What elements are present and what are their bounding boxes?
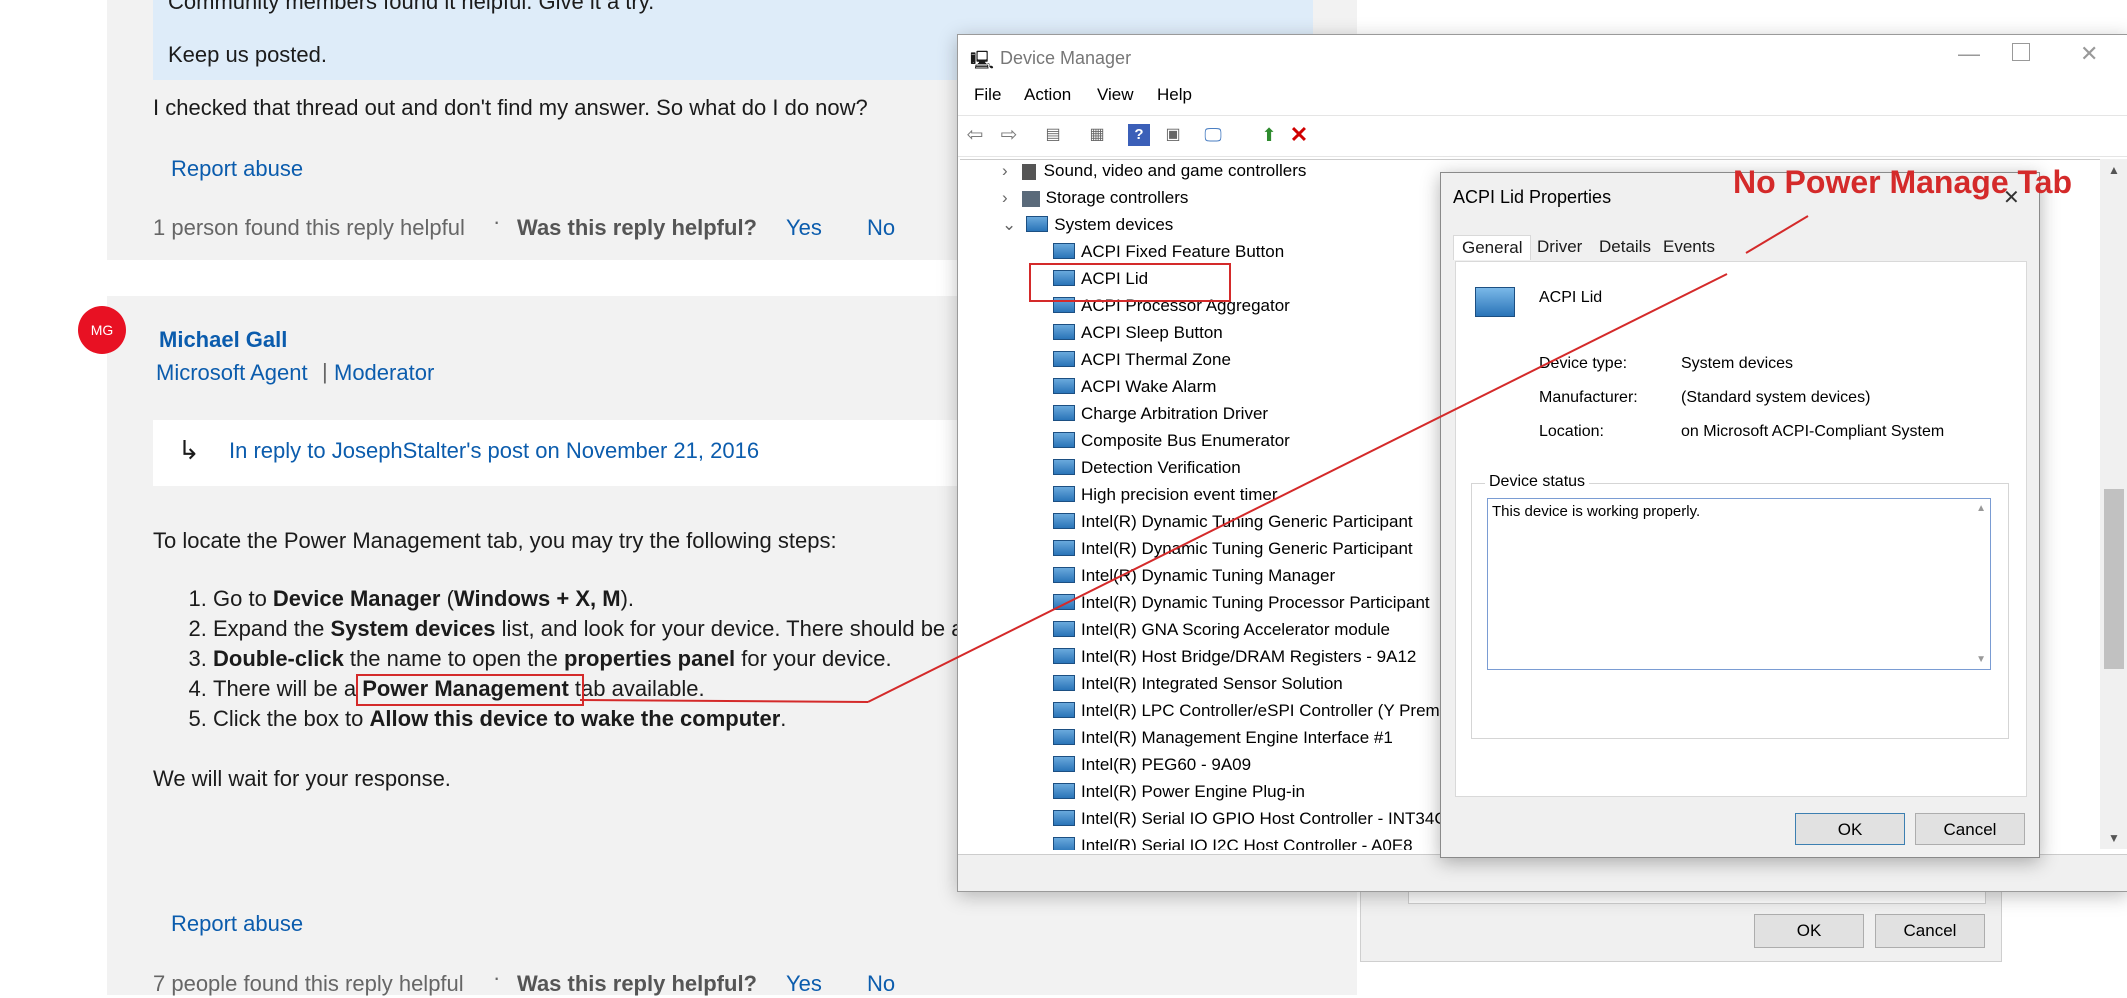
annotation-lines [579, 215, 1809, 703]
